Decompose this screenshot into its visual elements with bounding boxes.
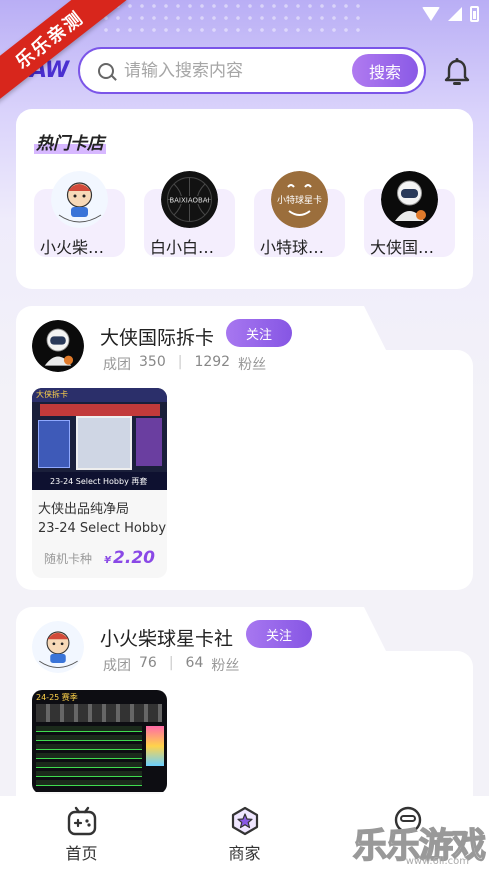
search-icon: [98, 62, 114, 79]
nav-item-shops[interactable]: 商家: [163, 796, 326, 871]
shop-card[interactable]: 大侠国际拆卡 关注 成团 350 | 1292 粉丝 大侠拆卡 23-24 Se…: [16, 306, 473, 590]
shop-name: 大侠国际拆卡: [100, 327, 215, 349]
shop-avatar: [32, 320, 84, 372]
stats-separator: |: [177, 354, 183, 370]
shop-avatar: [32, 621, 84, 673]
shop-name: 小火柴…: [40, 238, 105, 257]
product-image: 大侠拆卡 23-24 Select Hobby 再套: [32, 388, 167, 490]
product-price: ¥2.20: [104, 548, 155, 568]
search-input[interactable]: [124, 60, 344, 81]
hot-shops-card: 热门卡店 小火柴… BAIXIAOBAI 白小白… 小特球星卡 小特球… 大侠国…: [16, 109, 473, 289]
nav-label: 商家: [228, 844, 261, 863]
fans-label: 粉丝: [238, 357, 267, 373]
follow-button[interactable]: 关注: [246, 620, 312, 648]
shop-name: 大侠国…: [370, 238, 435, 257]
bell-icon[interactable]: [444, 58, 470, 86]
hot-shop-item[interactable]: 小火柴…: [34, 171, 125, 265]
search-button[interactable]: 搜索: [352, 54, 418, 87]
shop-stats: 成团 350 | 1292 粉丝: [103, 354, 266, 374]
star-shop-icon: [231, 806, 258, 836]
product-image: 24-25 赛季: [32, 690, 167, 792]
groups-label: 成团: [103, 658, 131, 674]
shop-avatar: BAIXIAOBAI: [161, 171, 218, 228]
watermark-url: www.6ll.com: [405, 856, 469, 867]
fans-count: 64: [185, 655, 204, 671]
hot-shops-list: 小火柴… BAIXIAOBAI 白小白… 小特球星卡 小特球… 大侠国…: [34, 171, 455, 265]
hot-shops-title: 热门卡店: [34, 129, 106, 154]
product-type: 随机卡种: [44, 552, 93, 566]
shop-stats: 成团 76 | 64 粉丝: [103, 655, 239, 675]
hot-shop-item[interactable]: 大侠国…: [364, 171, 455, 265]
shop-name: 白小白…: [150, 238, 215, 257]
groups-label: 成团: [103, 357, 131, 373]
product-card[interactable]: 24-25 赛季: [32, 690, 167, 794]
product-title: 大侠出品纯净局 23-24 Select Hobby: [38, 502, 167, 536]
shop-avatar: [51, 171, 108, 228]
fans-label: 粉丝: [211, 658, 240, 674]
wifi-icon: [422, 7, 440, 21]
decorative-dots: [100, 0, 360, 34]
shop-avatar: 小特球星卡: [271, 171, 328, 228]
product-card[interactable]: 大侠拆卡 23-24 Select Hobby 再套 大侠出品纯净局 23-24…: [32, 388, 167, 578]
shop-name: 小火柴球星卡社: [100, 628, 234, 650]
signal-icon: [448, 7, 462, 21]
svg-text:BAIXIAOBAI: BAIXIAOBAI: [169, 197, 209, 205]
nav-label: 首页: [65, 844, 98, 863]
status-icons: [422, 6, 479, 22]
gamepad-icon: [67, 806, 96, 836]
nav-item-home[interactable]: 首页: [0, 796, 163, 871]
svg-text:小特球星卡: 小特球星卡: [277, 194, 322, 206]
fans-count: 1292: [194, 354, 231, 370]
battery-icon: [470, 6, 479, 22]
shop-card[interactable]: 小火柴球星卡社 关注 成团 76 | 64 粉丝 24-25 赛季: [16, 607, 473, 851]
stats-separator: |: [168, 655, 174, 671]
shop-name: 小特球…: [260, 238, 325, 257]
follow-button[interactable]: 关注: [226, 319, 292, 347]
hot-shop-item[interactable]: BAIXIAOBAI 白小白…: [144, 171, 235, 265]
groups-count: 76: [139, 655, 157, 671]
shop-avatar: [381, 171, 438, 228]
hot-shop-item[interactable]: 小特球星卡 小特球…: [254, 171, 345, 265]
groups-count: 350: [139, 354, 166, 370]
search-bar[interactable]: 搜索: [78, 47, 426, 94]
